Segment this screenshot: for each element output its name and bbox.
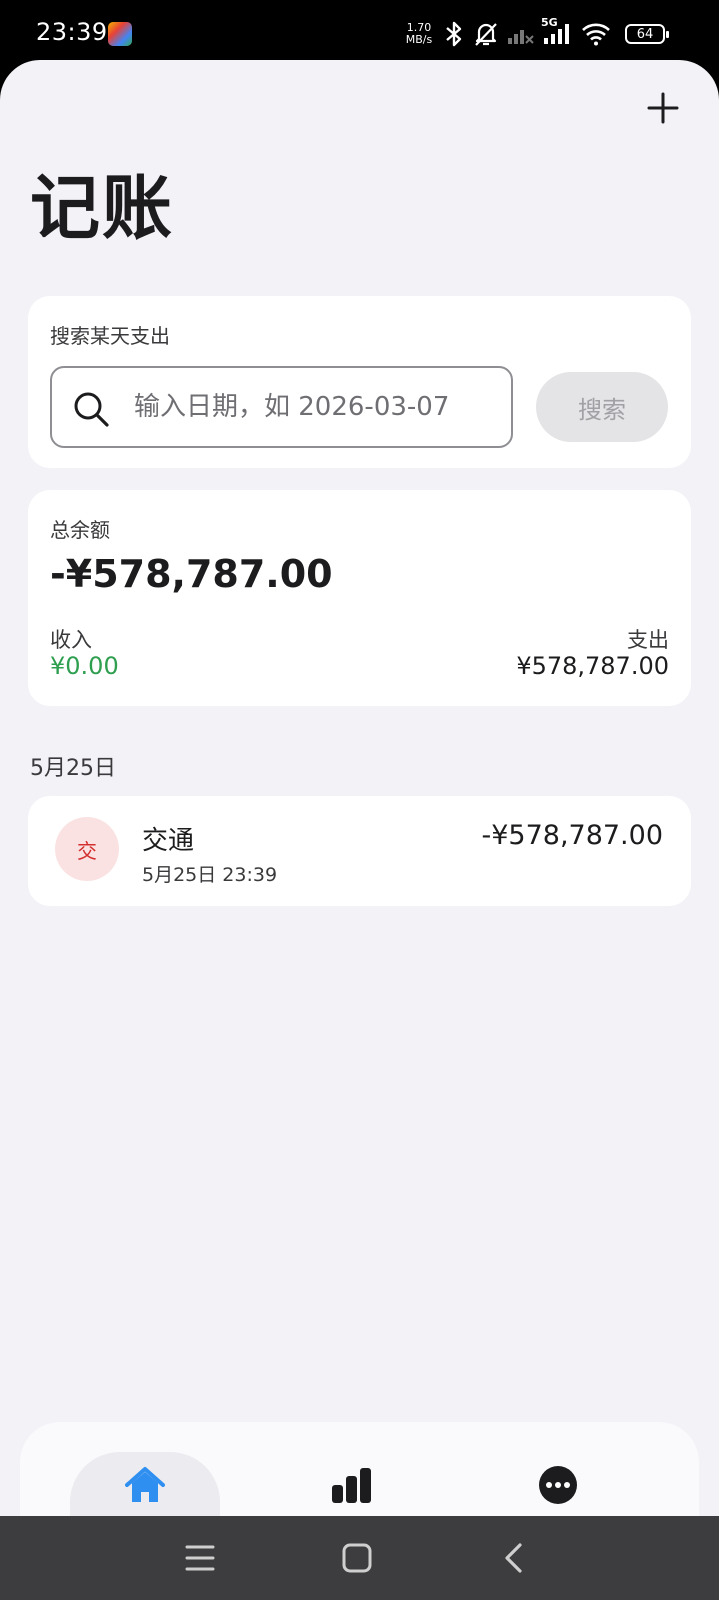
bluetooth-icon <box>443 20 465 48</box>
battery-level: 64 <box>636 26 654 42</box>
transaction-category: 交通 <box>142 826 195 856</box>
plus-icon <box>647 92 679 124</box>
income-label: 收入 <box>50 628 92 652</box>
app-screen: 记账 搜索某天支出 搜索 总余额 -¥578,787.00 收入 ¥0.00 支… <box>0 60 719 1600</box>
signal-off-icon <box>507 22 535 46</box>
total-balance-amount: -¥578,787.00 <box>50 552 333 596</box>
transaction-time: 5月25日 23:39 <box>142 864 278 886</box>
battery-icon: 64 <box>625 24 669 44</box>
transaction-item[interactable]: 交 交通 5月25日 23:39 -¥578,787.00 <box>28 796 691 906</box>
date-search-input[interactable] <box>134 382 494 432</box>
expense-value: ¥578,787.00 <box>516 652 669 680</box>
system-nav-bar <box>0 1516 719 1600</box>
status-bar: 23:39 1.70 MB/s 5G 64 <box>0 0 719 68</box>
home-square-icon[interactable] <box>337 1538 377 1578</box>
page-title: 记账 <box>30 167 174 249</box>
menu-icon[interactable] <box>180 1538 220 1578</box>
home-icon <box>122 1462 168 1508</box>
back-icon[interactable] <box>494 1538 534 1578</box>
search-card-label: 搜索某天支出 <box>50 324 170 348</box>
app-icon <box>108 22 132 46</box>
signal-5g-icon: 5G <box>541 16 573 46</box>
mute-bell-icon <box>473 20 499 48</box>
balance-card: 总余额 -¥578,787.00 收入 ¥0.00 支出 ¥578,787.00 <box>28 490 691 706</box>
date-group-header: 5月25日 <box>30 756 116 781</box>
add-record-button[interactable] <box>643 88 683 128</box>
search-card: 搜索某天支出 搜索 <box>28 296 691 468</box>
category-avatar: 交 <box>55 817 119 881</box>
status-time: 23:39 <box>36 18 108 46</box>
network-speed: 1.70 MB/s <box>403 22 435 46</box>
search-icon <box>72 390 110 428</box>
status-icons: 1.70 MB/s 5G <box>403 16 611 50</box>
bar-chart-icon <box>329 1462 375 1508</box>
income-value: ¥0.00 <box>50 652 119 680</box>
search-field[interactable] <box>50 366 513 448</box>
network-speed-unit: MB/s <box>405 33 433 46</box>
more-icon <box>535 1462 581 1508</box>
wifi-icon <box>581 22 611 46</box>
search-button[interactable]: 搜索 <box>536 372 668 442</box>
expense-label: 支出 <box>627 628 669 652</box>
transaction-amount: -¥578,787.00 <box>481 820 663 851</box>
total-balance-label: 总余额 <box>50 518 110 542</box>
network-type: 5G <box>541 16 558 29</box>
